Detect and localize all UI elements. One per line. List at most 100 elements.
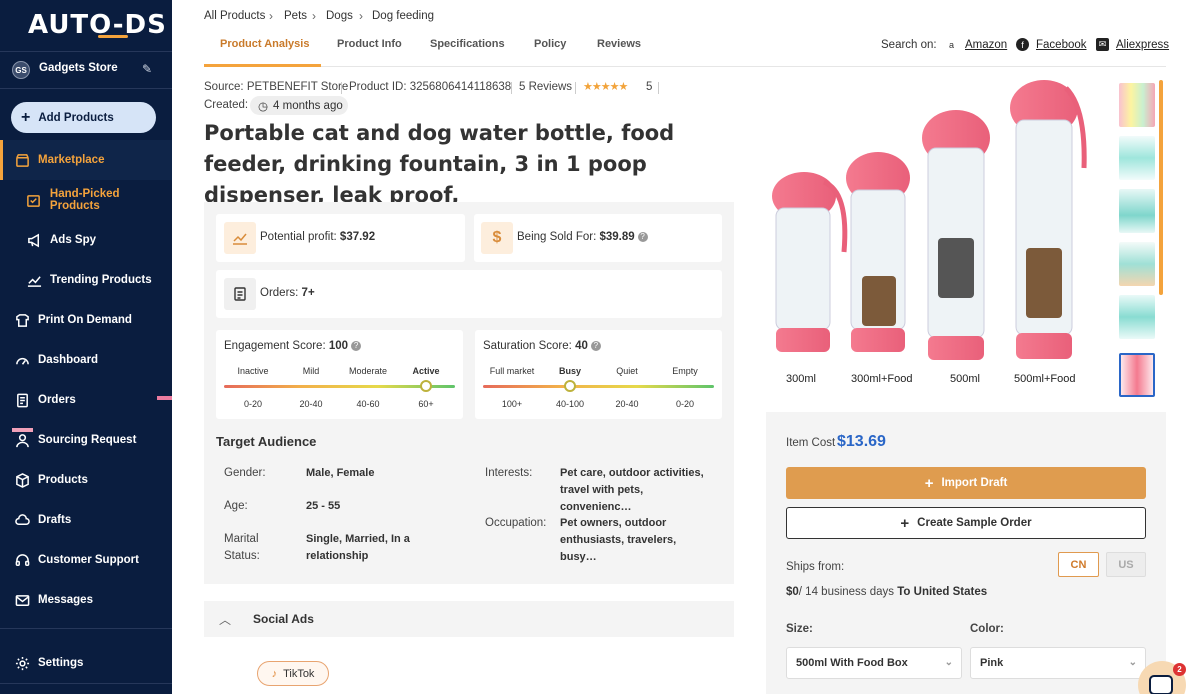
mail-icon	[14, 592, 30, 608]
search-aliexpress-link[interactable]: Aliexpress	[1116, 39, 1169, 51]
search-amazon-link[interactable]: Amazon	[965, 39, 1007, 51]
sidebar-item-drafts[interactable]: Drafts	[0, 503, 172, 537]
thumbnail-scrollbar[interactable]	[1159, 80, 1163, 295]
tab-product-info[interactable]: Product Info	[337, 38, 402, 50]
breadcrumb-item[interactable]: Pets	[284, 10, 307, 22]
thumbnail[interactable]	[1119, 189, 1155, 233]
sidebar-item-label: Products	[38, 474, 88, 486]
add-products-button[interactable]: + Add Products	[11, 102, 156, 133]
pencil-icon[interactable]: ✎	[142, 62, 152, 76]
reviews-count[interactable]: 5 Reviews	[519, 81, 572, 93]
bottle-500ml	[922, 110, 990, 360]
sidebar-item-label: Sourcing Request	[38, 434, 137, 446]
breadcrumb-item[interactable]: All Products	[204, 10, 265, 22]
size-label: Size:	[786, 623, 813, 635]
sidebar-item-label: Dashboard	[38, 354, 99, 366]
saturation-tick: 20-40	[615, 399, 639, 409]
chat-icon	[1149, 675, 1173, 694]
sidebar-item-settings[interactable]: Settings	[0, 646, 172, 680]
create-sample-order-button[interactable]: + Create Sample Order	[786, 507, 1146, 539]
sidebar-item-marketplace[interactable]: Marketplace	[0, 143, 172, 177]
image-label: 500ml	[950, 373, 980, 385]
sidebar-item-orders[interactable]: Orders	[0, 383, 172, 417]
color-select[interactable]: Pink ⌄	[970, 647, 1146, 679]
ship-from-us-button[interactable]: US	[1106, 552, 1146, 577]
tab-policy[interactable]: Policy	[534, 38, 566, 50]
engagement-label: Active	[412, 366, 440, 376]
sidebar-item-label: Drafts	[38, 514, 72, 526]
sidebar-item-products[interactable]: Products	[0, 463, 172, 497]
store-name[interactable]: Gadgets Store	[39, 62, 118, 74]
chat-notification-badge: 2	[1173, 663, 1186, 676]
thumbnail[interactable]	[1119, 136, 1155, 180]
chevron-right-icon: ›	[269, 9, 273, 23]
search-on-label: Search on:	[881, 39, 937, 51]
import-draft-button[interactable]: + Import Draft	[786, 467, 1146, 499]
megaphone-icon	[26, 232, 42, 248]
clock-icon: ◷	[258, 100, 269, 113]
engagement-tick: 40-60	[356, 399, 380, 409]
ship-from-cn-button[interactable]: CN	[1058, 552, 1099, 577]
sidebar-item-hand-picked-products[interactable]: Hand-Picked Products	[0, 183, 172, 217]
sidebar-item-customer-support[interactable]: Customer Support	[0, 543, 172, 577]
info-icon: ?	[590, 340, 601, 351]
saturation-scale-bar	[483, 385, 714, 388]
tiktok-icon: ♪	[271, 667, 278, 680]
gear-icon	[14, 655, 30, 671]
created-time-pill: ◷ 4 months ago	[250, 96, 348, 115]
sidebar-item-ads-spy[interactable]: Ads Spy	[0, 223, 172, 257]
thumbnail[interactable]	[1119, 242, 1155, 286]
tab-specifications[interactable]: Specifications	[430, 38, 505, 50]
sidebar-item-trending-products[interactable]: Trending Products	[0, 263, 172, 297]
size-select[interactable]: 500ml With Food Box ⌄	[786, 647, 962, 679]
tab-product-analysis[interactable]: Product Analysis	[220, 38, 309, 50]
tab-reviews[interactable]: Reviews	[597, 38, 641, 50]
dashboard-icon	[14, 352, 30, 368]
sourcing-icon	[14, 432, 30, 448]
orders-count: Orders: 7+	[260, 287, 315, 299]
breadcrumb-item[interactable]: Dog feeding	[372, 10, 434, 22]
thumbnail[interactable]	[1119, 295, 1155, 339]
plus-icon: +	[924, 474, 934, 492]
plus-icon: +	[21, 108, 31, 126]
active-tab-indicator	[204, 64, 321, 67]
trending-icon	[26, 272, 42, 288]
chevron-up-icon[interactable]: ︿	[219, 611, 231, 628]
image-label: 300ml+Food	[851, 373, 912, 385]
occupation-label: Occupation:	[485, 517, 547, 529]
search-facebook-link[interactable]: Facebook	[1036, 39, 1087, 51]
engagement-tick: 60+	[418, 399, 434, 409]
sidebar-item-messages[interactable]: Messages	[0, 583, 172, 617]
color-label: Color:	[970, 623, 1004, 635]
saturation-tick: 40-100	[555, 399, 585, 409]
created-label: Created:	[204, 99, 249, 111]
sidebar-item-print-on-demand[interactable]: Print On Demand	[0, 303, 172, 337]
saturation-label: Busy	[558, 366, 582, 376]
color-select-value: Pink	[980, 657, 1004, 669]
store-avatar: GS	[12, 61, 30, 79]
add-products-label: Add Products	[38, 111, 114, 124]
sidebar-item-label: Print On Demand	[38, 314, 132, 326]
sidebar-item-label: Hand-Picked Products	[49, 188, 120, 212]
engagement-tick: 20-40	[299, 399, 323, 409]
thumbnail[interactable]	[1119, 83, 1155, 127]
chart-icon	[224, 222, 256, 254]
hand-picked-icon	[26, 192, 42, 208]
thumbnail-selected[interactable]	[1119, 353, 1155, 397]
sidebar-item-label: Marketplace	[38, 154, 105, 166]
created-value: 4 months ago	[273, 99, 343, 112]
target-audience-title: Target Audience	[216, 434, 317, 449]
sidebar-item-dashboard[interactable]: Dashboard	[0, 343, 172, 377]
import-draft-label: Import Draft	[941, 477, 1008, 489]
gender-label: Gender:	[224, 467, 266, 479]
tiktok-button[interactable]: ♪ TikTok	[257, 661, 329, 686]
sidebar-item-label: Orders	[38, 394, 76, 406]
image-label: 300ml	[786, 373, 816, 385]
sidebar-item-label: Customer Support	[38, 554, 139, 566]
age-label: Age:	[224, 500, 248, 512]
product-main-image[interactable]: 300ml 300ml+Food 500ml 500ml+Food	[766, 78, 1092, 398]
separator	[658, 82, 659, 94]
info-icon: ?	[351, 340, 362, 351]
sidebar-item-label: Trending Products	[50, 274, 152, 286]
breadcrumb-item[interactable]: Dogs	[326, 10, 353, 22]
